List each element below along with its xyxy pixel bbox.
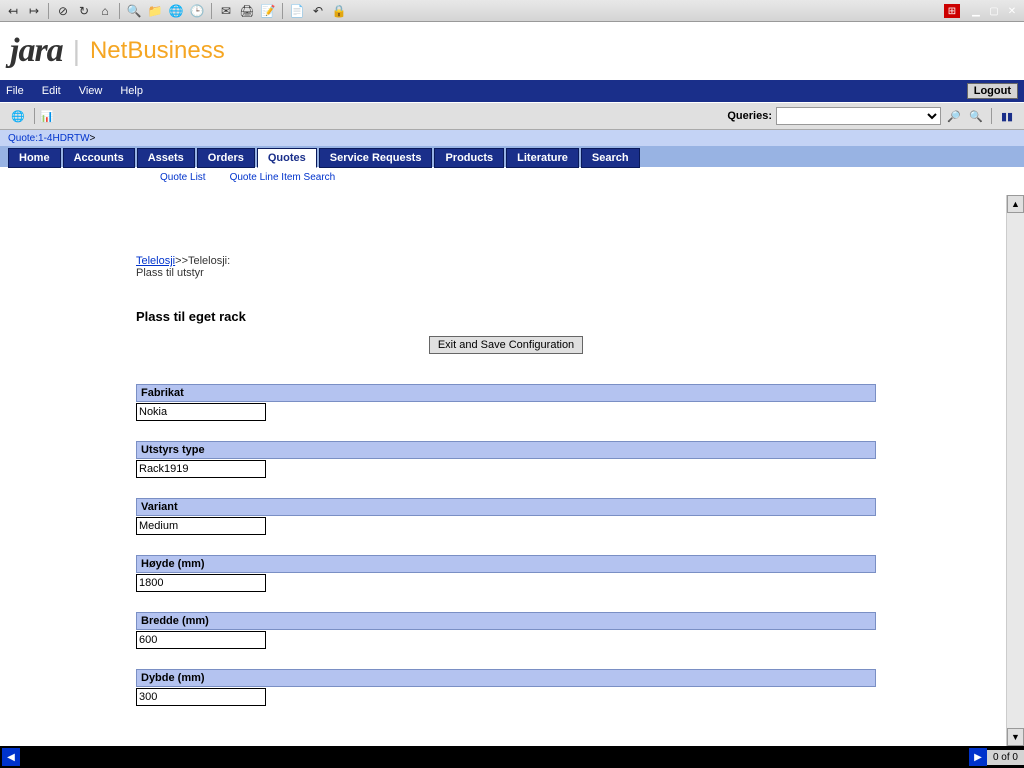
refresh-icon[interactable]: ↻ <box>75 2 93 20</box>
queries-select[interactable] <box>776 107 941 125</box>
mail-icon[interactable]: ✉ <box>217 2 235 20</box>
tab-orders[interactable]: Orders <box>197 148 255 168</box>
stop-icon[interactable]: ⊘ <box>54 2 72 20</box>
minimize-icon[interactable]: ▁ <box>968 4 984 18</box>
tool-icon[interactable]: 📊 <box>37 106 57 126</box>
favorites-icon[interactable]: 📁 <box>146 2 164 20</box>
globe-icon[interactable]: 🌐 <box>8 106 28 126</box>
status-next-icon[interactable]: ▶ <box>969 748 987 766</box>
label-hoyde: Høyde (mm) <box>136 555 876 573</box>
field-variant: Variant <box>136 498 876 535</box>
forward-icon[interactable]: ↦ <box>25 2 43 20</box>
exit-save-button[interactable]: Exit and Save Configuration <box>429 336 583 354</box>
doc-icon[interactable]: 📄 <box>288 2 306 20</box>
page-crumb-link[interactable]: Telelosji <box>136 255 175 267</box>
input-variant[interactable] <box>136 517 266 535</box>
edit-icon[interactable]: 📝 <box>259 2 277 20</box>
menu-edit[interactable]: Edit <box>42 85 61 97</box>
subtabbar: Quote List Quote Line Item Search <box>0 167 1024 187</box>
status-prev-icon[interactable]: ◀ <box>2 748 20 766</box>
scroll-down-icon[interactable]: ▼ <box>1007 728 1024 746</box>
brand-separator: | <box>73 35 80 67</box>
subtab-quote-line-item-search[interactable]: Quote Line Item Search <box>230 172 336 183</box>
close-icon[interactable]: ✕ <box>1004 4 1020 18</box>
query-run-icon[interactable]: 🔎 <box>945 107 963 125</box>
tab-assets[interactable]: Assets <box>137 148 195 168</box>
tab-search[interactable]: Search <box>581 148 640 168</box>
label-fabrikat: Fabrikat <box>136 384 876 402</box>
field-utstyrs-type: Utstyrs type <box>136 441 876 478</box>
lock-icon[interactable]: 🔒 <box>330 2 348 20</box>
chart-icon[interactable]: ▮▮ <box>998 107 1016 125</box>
queries-area: Queries: 🔎 🔍 ▮▮ <box>727 107 1016 125</box>
tab-products[interactable]: Products <box>434 148 504 168</box>
tab-quotes[interactable]: Quotes <box>257 148 317 168</box>
tab-service-requests[interactable]: Service Requests <box>319 148 433 168</box>
scrollbar[interactable]: ▲ ▼ <box>1006 195 1024 746</box>
queries-label: Queries: <box>727 110 772 122</box>
tab-literature[interactable]: Literature <box>506 148 579 168</box>
field-bredde: Bredde (mm) <box>136 612 876 649</box>
tab-accounts[interactable]: Accounts <box>63 148 135 168</box>
content-area: Telelosji>>Telelosji: Plass til utstyr P… <box>0 195 1006 746</box>
maximize-icon[interactable]: ▢ <box>986 4 1002 18</box>
page-title: Plass til eget rack <box>136 309 760 324</box>
history-icon[interactable]: 🌐 <box>167 2 185 20</box>
label-bredde: Bredde (mm) <box>136 612 876 630</box>
logout-button[interactable]: Logout <box>967 83 1018 99</box>
subtab-quote-list[interactable]: Quote List <box>160 172 206 183</box>
print-icon[interactable]: 🖨 <box>238 2 256 20</box>
tabbar: Home Accounts Assets Orders Quotes Servi… <box>0 146 1024 167</box>
input-bredde[interactable] <box>136 631 266 649</box>
breadcrumb-link[interactable]: Quote:1-4HDRTW <box>8 133 90 144</box>
search-icon[interactable]: 🔍 <box>125 2 143 20</box>
input-utstyrs-type[interactable] <box>136 460 266 478</box>
browser-toolbar: ↤ ↦ ⊘ ↻ ⌂ 🔍 📁 🌐 🕒 ✉ 🖨 📝 📄 ↶ 🔒 ⊞ ▁ ▢ ✕ <box>0 0 1024 22</box>
form-area: Telelosji>>Telelosji: Plass til utstyr P… <box>0 195 760 706</box>
input-hoyde[interactable] <box>136 574 266 592</box>
scroll-up-icon[interactable]: ▲ <box>1007 195 1024 213</box>
label-dybde: Dybde (mm) <box>136 669 876 687</box>
field-fabrikat: Fabrikat <box>136 384 876 421</box>
menu-view[interactable]: View <box>79 85 103 97</box>
home-icon[interactable]: ⌂ <box>96 2 114 20</box>
menubar: File Edit View Help Logout <box>0 80 1024 102</box>
brand-bar: jara | NetBusiness <box>0 22 1024 80</box>
breadcrumb-bar: Quote:1-4HDRTW > <box>0 130 1024 146</box>
clock-icon[interactable]: 🕒 <box>188 2 206 20</box>
undo-icon[interactable]: ↶ <box>309 2 327 20</box>
input-dybde[interactable] <box>136 688 266 706</box>
iconbar: 🌐 📊 Queries: 🔎 🔍 ▮▮ <box>0 102 1024 130</box>
window-controls: ⊞ ▁ ▢ ✕ <box>944 0 1024 22</box>
menu-help[interactable]: Help <box>120 85 143 97</box>
label-utstyrs-type: Utstyrs type <box>136 441 876 459</box>
query-find-icon[interactable]: 🔍 <box>967 107 985 125</box>
brand-logo-jara: jara <box>10 32 63 70</box>
menu-file[interactable]: File <box>6 85 24 97</box>
field-hoyde: Høyde (mm) <box>136 555 876 592</box>
back-icon[interactable]: ↤ <box>4 2 22 20</box>
input-fabrikat[interactable] <box>136 403 266 421</box>
page-breadcrumb: Telelosji>>Telelosji: Plass til utstyr <box>136 255 256 279</box>
brand-logo-netbusiness: NetBusiness <box>90 37 225 65</box>
tab-home[interactable]: Home <box>8 148 61 168</box>
windows-flag-icon: ⊞ <box>944 4 960 18</box>
statusbar: ◀ ▶ 0 of 0 <box>0 746 1024 768</box>
label-variant: Variant <box>136 498 876 516</box>
field-dybde: Dybde (mm) <box>136 669 876 706</box>
breadcrumb-sep: > <box>90 133 96 144</box>
page-crumb-sep: >> <box>175 255 188 267</box>
status-count: 0 of 0 <box>987 750 1024 765</box>
